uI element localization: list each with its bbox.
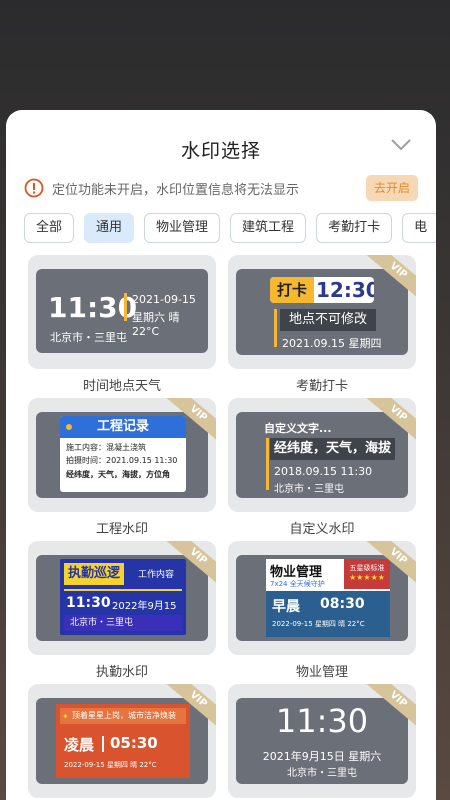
engineering-line-2: 拍摄时间：2021.09.15 11:30 (66, 456, 178, 465)
location-notice: 定位功能未开启，水印位置信息将无法显示 去开启 (24, 174, 418, 202)
divider (102, 736, 104, 752)
property-sub: 7x24 全天候守护 (270, 579, 325, 589)
property-panel: 物业管理 7x24 全天候守护 五星级标准 ★★★★★ 早晨 08:30 202… (266, 559, 390, 637)
tab-attendance[interactable]: 考勤打卡 (316, 213, 393, 243)
template-label: 物业管理 (295, 665, 348, 680)
engineering-line-1: 施工内容：混凝土浇筑 (66, 443, 146, 452)
warning-icon (24, 178, 44, 198)
dot-icon (66, 424, 72, 430)
clock-location: 北京市・三里屯 (287, 768, 357, 779)
chevron-down-icon[interactable] (390, 138, 412, 152)
custom-text: 自定义文字... (264, 422, 332, 435)
tab-construction[interactable]: 建筑工程 (230, 213, 307, 243)
sanitation-time: 05:30 (110, 734, 158, 752)
property-time: 08:30 (320, 596, 365, 612)
template-preview: 11:30 2021年9月15日 星期六 北京市・三里屯 VIP (228, 684, 416, 798)
engineering-sheet: 工程记录 施工内容：混凝土浇筑 拍摄时间：2021.09.15 11:30 经纬… (60, 416, 186, 492)
sanitation-date: 2022-09-15 星期四 晴 22°C (64, 761, 157, 769)
duty-title: 执勤巡逻 (64, 563, 125, 585)
watermark-sheet: 水印选择 定位功能未开启，水印位置信息将无法显示 去开启 全部 通用 物业管理 … (6, 110, 436, 800)
punch-note: 地点不可修改 (280, 309, 376, 331)
template-preview: 物业管理 7x24 全天候守护 五星级标准 ★★★★★ 早晨 08:30 202… (228, 541, 416, 655)
template-preview: 打卡 12:30 地点不可修改 2021.09.15 星期四 VIP (228, 255, 416, 369)
duty-time: 11:30 (66, 595, 111, 611)
preview-frame: 物业管理 7x24 全天候守护 五星级标准 ★★★★★ 早晨 08:30 202… (236, 555, 408, 641)
punch-date: 2021.09.15 星期四 (282, 337, 382, 350)
template-label: 时间地点天气 (82, 379, 161, 394)
punch-box: 打卡 12:30 (270, 277, 374, 303)
template-label: 执勤水印 (95, 665, 148, 680)
custom-datetime: 2018.09.15 11:30 (274, 465, 373, 478)
preview-frame: 执勤巡逻 工作内容 11:30 2022年9月15日 北京市・三里屯 (36, 555, 208, 641)
punch-tag: 打卡 (270, 277, 314, 303)
preview-frame: 11:30 2021年9月15日 星期六 北京市・三里屯 (236, 698, 408, 784)
template-preview: 执勤巡逻 工作内容 11:30 2022年9月15日 北京市・三里屯 VIP (28, 541, 216, 655)
duty-content: 工作内容 (138, 570, 175, 580)
notice-text: 定位功能未开启，水印位置信息将无法显示 (52, 182, 300, 198)
preview-frame: 自定义文字... 经纬度，天气，海拔 2018.09.15 11:30 北京市・… (236, 412, 408, 498)
template-grid: 11:30 2021-09-15 星期六 晴 22°C 北京市・三里屯 时间地点… (28, 255, 416, 800)
duty-location: 北京市・三里屯 (64, 615, 182, 631)
tab-more[interactable]: 电 (402, 213, 436, 243)
preview-location: 北京市・三里屯 (50, 331, 127, 344)
property-sub-text: 全天候守护 (289, 580, 325, 588)
duty-panel: 执勤巡逻 工作内容 11:30 2022年9月15日 北京市・三里屯 (60, 559, 186, 635)
template-preview: 11:30 2021-09-15 星期六 晴 22°C 北京市・三里屯 (28, 255, 216, 369)
sanitation-period: 凌晨 (64, 736, 95, 754)
property-footer: 早晨 08:30 2022-09-15 星期四 晴 22°C (266, 591, 390, 637)
template-preview: 顶着星星上岗，城市洁净焕装 ✦ 凌晨 05:30 2022-09-15 星期四 … (28, 684, 216, 798)
category-tabs: 全部 通用 物业管理 建筑工程 考勤打卡 电 (24, 213, 436, 245)
property-date: 2022-09-15 星期四 晴 22°C (272, 620, 365, 628)
engineering-title-text: 工程记录 (96, 419, 149, 434)
preview-weather: 星期六 晴 22°C (132, 311, 180, 338)
property-badge: 五星级标准 ★★★★★ (344, 559, 390, 589)
property-stars: ★★★★★ (349, 573, 385, 582)
divider (64, 589, 182, 591)
clock-date: 2021年9月15日 星期六 (262, 750, 382, 763)
sheet-title: 水印选择 (180, 140, 261, 162)
property-period: 早晨 (272, 599, 300, 615)
clock-time: 11:30 (275, 702, 369, 740)
preview-frame: 顶着星星上岗，城市洁净焕装 ✦ 凌晨 05:30 2022-09-15 星期四 … (36, 698, 208, 784)
preview-frame: 打卡 12:30 地点不可修改 2021.09.15 星期四 (236, 269, 408, 355)
template-preview: 自定义文字... 经纬度，天气，海拔 2018.09.15 11:30 北京市・… (228, 398, 416, 512)
accent-bar (274, 309, 277, 347)
property-badge-text: 五星级标准 (349, 564, 385, 572)
preview-frame: 11:30 2021-09-15 星期六 晴 22°C 北京市・三里屯 (36, 269, 208, 353)
tab-all[interactable]: 全部 (24, 213, 75, 243)
sanitation-panel: 顶着星星上岗，城市洁净焕装 ✦ 凌晨 05:30 2022-09-15 星期四 … (56, 704, 190, 778)
template-label: 工程水印 (95, 522, 148, 537)
accent-bar (266, 438, 269, 490)
star-icon: ✦ (62, 712, 69, 721)
custom-highlight: 经纬度，天气，海拔 (270, 438, 396, 460)
tab-general[interactable]: 通用 (84, 213, 135, 243)
punch-time: 12:30 (316, 278, 374, 302)
engineering-title: 工程记录 (60, 416, 186, 438)
engineering-line-3: 经纬度，天气，海拔，方位角 (66, 470, 170, 479)
property-title: 物业管理 (270, 565, 323, 580)
custom-location: 北京市・三里屯 (274, 484, 344, 495)
sanitation-banner: 顶着星星上岗，城市洁净焕装 (60, 708, 186, 724)
tab-property[interactable]: 物业管理 (144, 213, 221, 243)
preview-date: 2021-09-15 (132, 293, 196, 306)
template-label: 自定义水印 (289, 522, 355, 537)
property-sub-code: 7x24 (270, 580, 288, 588)
template-preview: 工程记录 施工内容：混凝土浇筑 拍摄时间：2021.09.15 11:30 经纬… (28, 398, 216, 512)
template-label: 考勤打卡 (295, 379, 348, 394)
accent-bar (124, 293, 127, 321)
open-location-button[interactable]: 去开启 (366, 175, 418, 201)
preview-frame: 工程记录 施工内容：混凝土浇筑 拍摄时间：2021.09.15 11:30 经纬… (36, 412, 208, 498)
